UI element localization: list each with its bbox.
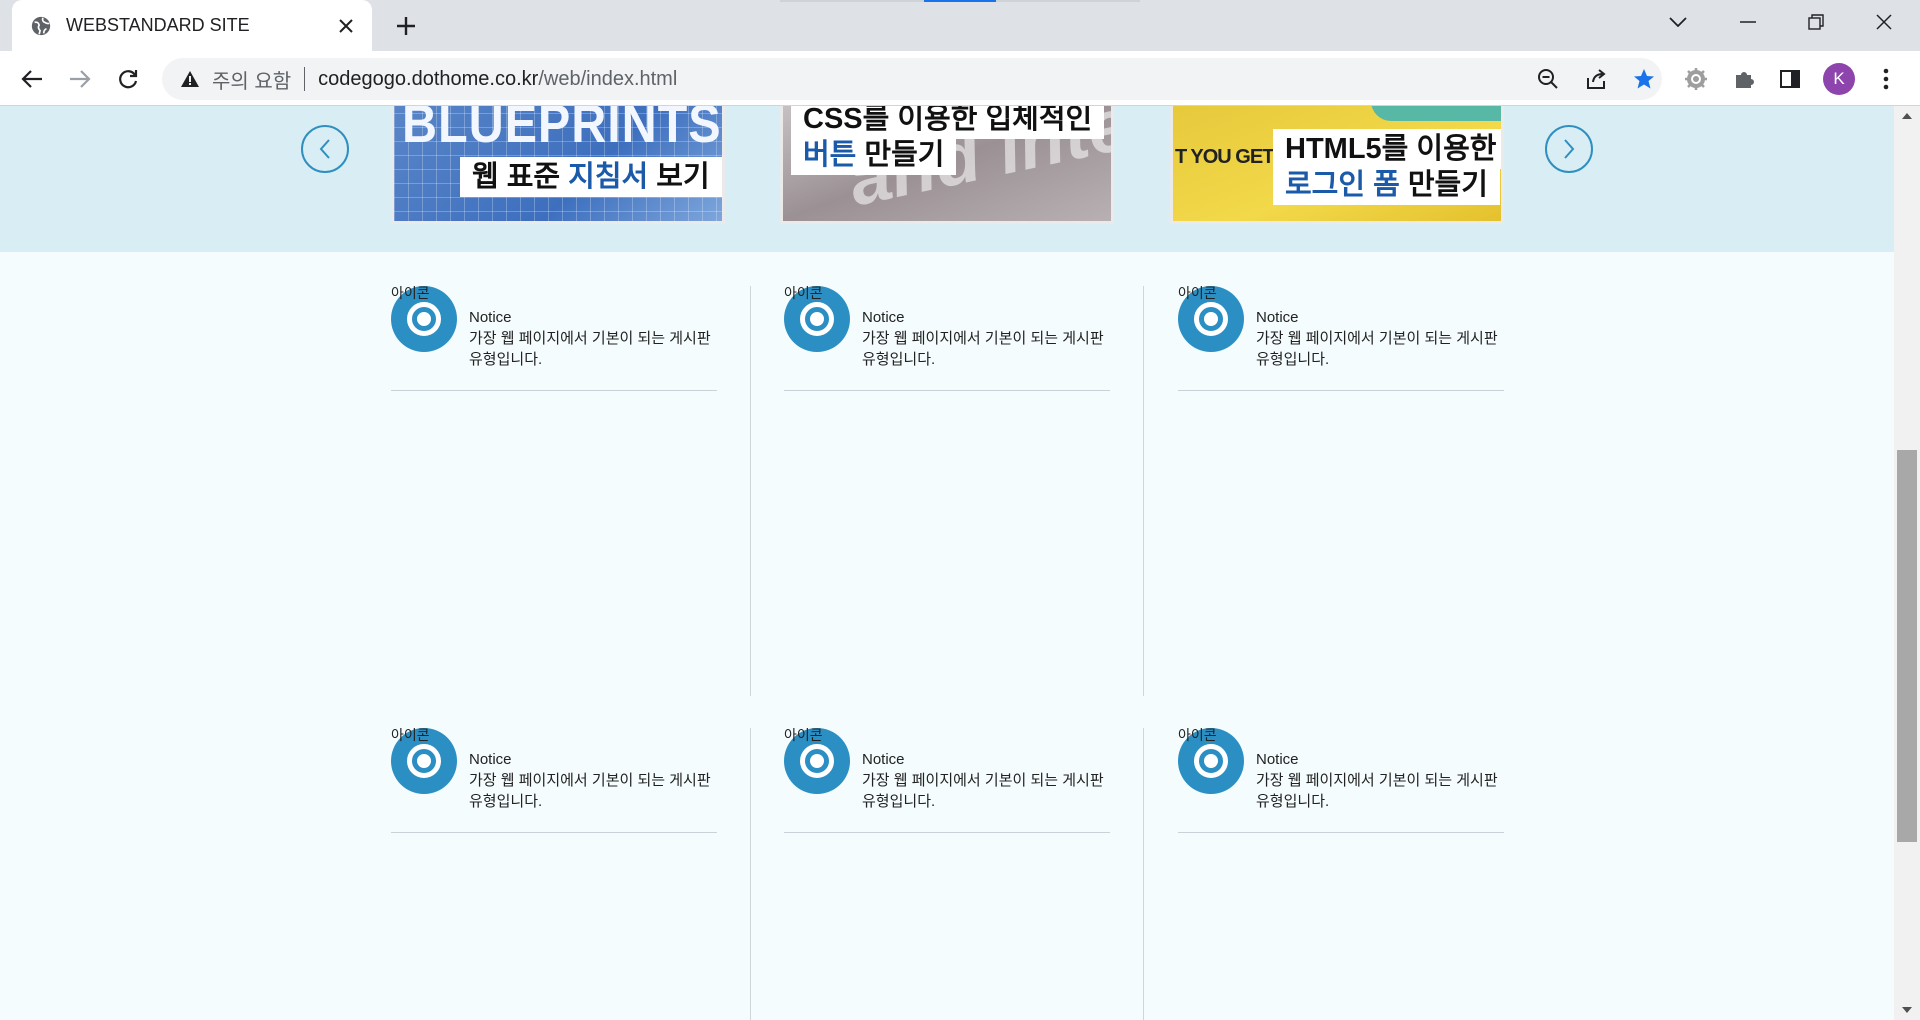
slide-caption-line2: 버튼 만들기 (791, 135, 957, 175)
board-desc: 유형입니다. (469, 793, 543, 810)
restore-window-icon[interactable] (1788, 0, 1844, 44)
scroll-up-arrow-icon[interactable] (1894, 106, 1920, 126)
scroll-down-arrow-icon[interactable] (1894, 1000, 1920, 1020)
board-desc: 가장 웹 페이지에서 기본이 되는 게시판 (1256, 330, 1498, 347)
board-desc: 유형입니다. (1256, 793, 1330, 810)
slide-html5-login[interactable]: T YOU GET HTML5를 이용한 로그인 폼 만들기 (1170, 106, 1504, 224)
tab-bar: WEBSTANDARD SITE (0, 0, 1920, 51)
slide-side-text: T YOU GET (1175, 146, 1274, 168)
board-desc: 유형입니다. (862, 351, 936, 368)
caption-highlight: 버튼 (803, 139, 857, 171)
board-text: Notice 가장 웹 페이지에서 기본이 되는 게시판 유형입니다. (1256, 749, 1498, 812)
tab-search-chevron-down-icon[interactable] (1650, 0, 1706, 44)
icon-alt-text: 아이콘 (1178, 727, 1217, 743)
board-title[interactable]: Notice (1256, 307, 1498, 328)
board-title[interactable]: Notice (862, 307, 1104, 328)
scrollbar-thumb[interactable] (1897, 450, 1917, 842)
board-desc: 가장 웹 페이지에서 기본이 되는 게시판 (862, 772, 1104, 789)
more-options-kebab-icon[interactable] (1870, 63, 1902, 95)
caption-highlight: 지침서 (568, 161, 649, 193)
tab-strip-active-indicator (924, 0, 996, 2)
bookmark-star-icon[interactable] (1628, 63, 1660, 95)
profile-avatar[interactable]: K (1823, 63, 1855, 95)
extension-gear-icon[interactable] (1680, 63, 1712, 95)
browser-tab-active[interactable]: WEBSTANDARD SITE (12, 0, 372, 51)
board-text: Notice 가장 웹 페이지에서 기본이 되는 게시판 유형입니다. (469, 749, 711, 812)
share-icon[interactable] (1580, 63, 1612, 95)
slide-caption-line2: 로그인 폼 만들기 (1273, 165, 1500, 205)
board-desc: 가장 웹 페이지에서 기본이 되는 게시판 (862, 330, 1104, 347)
board-underline (784, 832, 1110, 833)
icon-alt-text: 아이콘 (391, 727, 430, 743)
board-text: Notice 가장 웹 페이지에서 기본이 되는 게시판 유형입니다. (862, 307, 1104, 370)
board-text: Notice 가장 웹 페이지에서 기본이 되는 게시판 유형입니다. (862, 749, 1104, 812)
caption-text: 보기 (648, 161, 710, 193)
reload-icon[interactable] (112, 63, 144, 95)
page-viewport: BLUEPRINTS 웹 표준 지침서 보기 and inte CSS를 이용한… (0, 106, 1894, 1020)
zoom-out-magnifier-icon[interactable] (1532, 63, 1564, 95)
slide-decoration (1371, 106, 1501, 121)
tab-title: WEBSTANDARD SITE (66, 15, 250, 35)
new-tab-plus-icon[interactable] (390, 10, 422, 42)
board-title[interactable]: Notice (862, 749, 1104, 770)
chevron-right-icon (1564, 139, 1575, 159)
slide-css-button[interactable]: and inte CSS를 이용한 입체적인 버튼 만들기 (780, 106, 1114, 224)
icon-alt-text: 아이콘 (784, 285, 823, 301)
board-underline (391, 832, 717, 833)
board-title[interactable]: Notice (469, 307, 711, 328)
url-host-text: codegogo.dothome.co.kr (318, 67, 539, 90)
caption-text: 웹 표준 (472, 161, 569, 193)
close-window-icon[interactable] (1856, 0, 1912, 44)
column-divider (1143, 728, 1144, 1020)
icon-alt-text: 아이콘 (784, 727, 823, 743)
warning-triangle-icon[interactable] (180, 69, 200, 89)
security-status-label[interactable]: 주의 요함 (212, 65, 291, 94)
tab-close-icon[interactable] (332, 12, 360, 40)
slide-web-standard-guide[interactable]: BLUEPRINTS 웹 표준 지침서 보기 (391, 106, 725, 224)
extensions-puzzle-icon[interactable] (1728, 63, 1760, 95)
board-underline (391, 390, 717, 391)
url-path-text: /web/index.html (538, 67, 678, 90)
slide-caption-line1: HTML5를 이용한 (1273, 129, 1501, 169)
minimize-icon[interactable] (1720, 0, 1776, 44)
board-desc: 가장 웹 페이지에서 기본이 되는 게시판 (469, 330, 711, 347)
column-divider (750, 286, 751, 696)
browser-toolbar: 주의 요함 codegogo.dothome.co.kr/web/index.h… (0, 51, 1920, 106)
board-text: Notice 가장 웹 페이지에서 기본이 되는 게시판 유형입니다. (469, 307, 711, 370)
board-underline (1178, 832, 1504, 833)
board-title[interactable]: Notice (1256, 749, 1498, 770)
column-divider (750, 728, 751, 1020)
slide-big-text: BLUEPRINTS (402, 106, 722, 154)
back-arrow-icon[interactable] (16, 63, 48, 95)
chevron-left-icon (319, 139, 330, 159)
icon-alt-text: 아이콘 (391, 285, 430, 301)
board-desc: 유형입니다. (469, 351, 543, 368)
slider-next-button[interactable] (1545, 125, 1593, 173)
caption-highlight: 로그인 폼 (1285, 169, 1400, 201)
board-text: Notice 가장 웹 페이지에서 기본이 되는 게시판 유형입니다. (1256, 307, 1498, 370)
board-desc: 유형입니다. (862, 793, 936, 810)
board-desc: 유형입니다. (1256, 351, 1330, 368)
address-separator (304, 67, 306, 91)
address-bar[interactable]: 주의 요함 codegogo.dothome.co.kr/web/index.h… (162, 58, 1662, 100)
slide-caption: 웹 표준 지침서 보기 (460, 157, 722, 197)
board-title[interactable]: Notice (469, 749, 711, 770)
board-underline (1178, 390, 1504, 391)
slider-prev-button[interactable] (301, 125, 349, 173)
banner-slider: BLUEPRINTS 웹 표준 지침서 보기 and inte CSS를 이용한… (0, 106, 1894, 252)
icon-alt-text: 아이콘 (1178, 285, 1217, 301)
globe-icon (31, 16, 51, 35)
side-panel-icon[interactable] (1774, 63, 1806, 95)
forward-arrow-icon[interactable] (64, 63, 96, 95)
board-underline (784, 390, 1110, 391)
board-desc: 가장 웹 페이지에서 기본이 되는 게시판 (469, 772, 711, 789)
column-divider (1143, 286, 1144, 696)
board-desc: 가장 웹 페이지에서 기본이 되는 게시판 (1256, 772, 1498, 789)
caption-text: 만들기 (856, 139, 945, 171)
page-scrollbar[interactable] (1894, 106, 1920, 1020)
caption-text: 만들기 (1399, 169, 1488, 201)
